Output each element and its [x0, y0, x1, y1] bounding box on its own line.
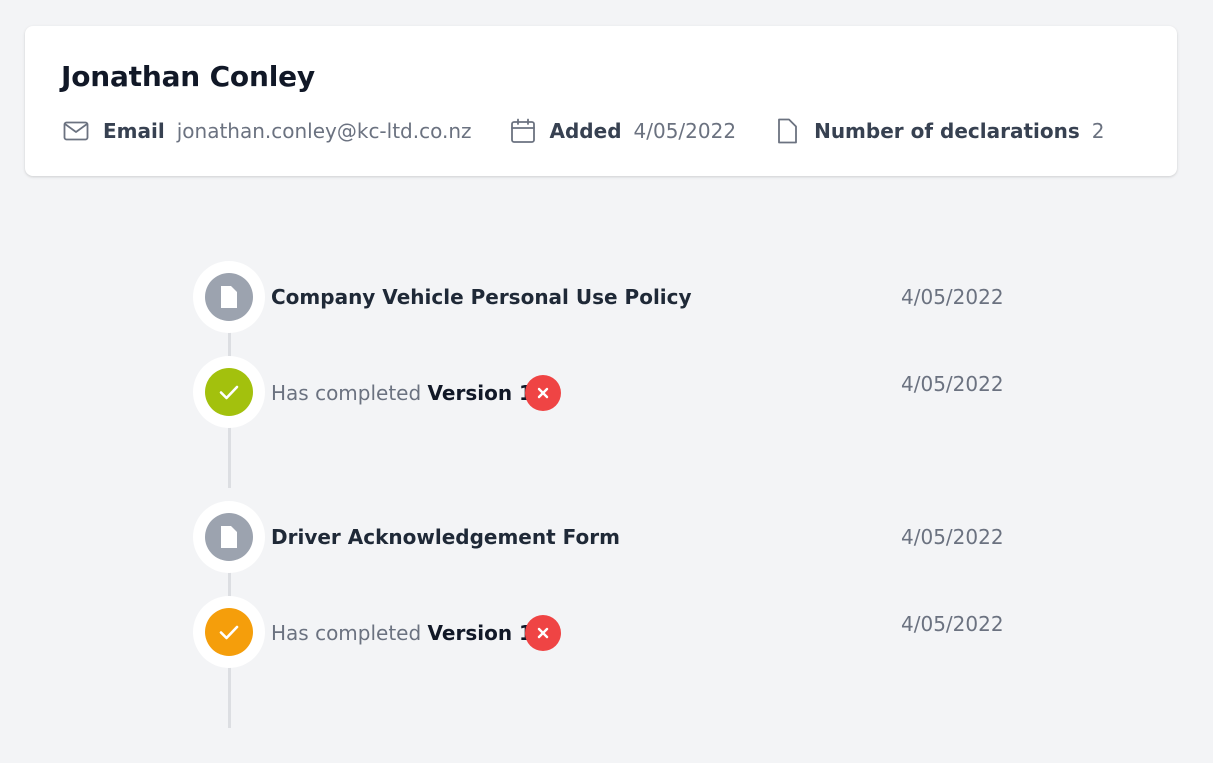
remove-completion-button[interactable] — [525, 615, 561, 651]
timeline-status-node — [193, 596, 265, 668]
check-icon — [205, 368, 253, 416]
timeline-doc-node — [193, 261, 265, 333]
timeline-doc-node — [193, 501, 265, 573]
declarations-timeline: Company Vehicle Personal Use Policy 4/05… — [0, 0, 1213, 763]
check-icon — [205, 608, 253, 656]
completion-date: 4/05/2022 — [901, 372, 1004, 396]
status-prefix: Has completed — [271, 621, 422, 645]
declaration-title: Company Vehicle Personal Use Policy — [271, 285, 692, 309]
status-prefix: Has completed — [271, 381, 422, 405]
document-icon — [205, 513, 253, 561]
document-icon — [205, 273, 253, 321]
declaration-date: 4/05/2022 — [901, 525, 1004, 549]
version-label: Version 1 — [427, 381, 533, 405]
completion-status: Has completed Version 1 — [271, 381, 533, 405]
remove-completion-button[interactable] — [525, 375, 561, 411]
completion-status: Has completed Version 1 — [271, 621, 533, 645]
close-icon — [537, 387, 549, 399]
declaration-date: 4/05/2022 — [901, 285, 1004, 309]
completion-date: 4/05/2022 — [901, 612, 1004, 636]
declaration-title: Driver Acknowledgement Form — [271, 525, 620, 549]
close-icon — [537, 627, 549, 639]
timeline-status-node — [193, 356, 265, 428]
version-label: Version 1 — [427, 621, 533, 645]
